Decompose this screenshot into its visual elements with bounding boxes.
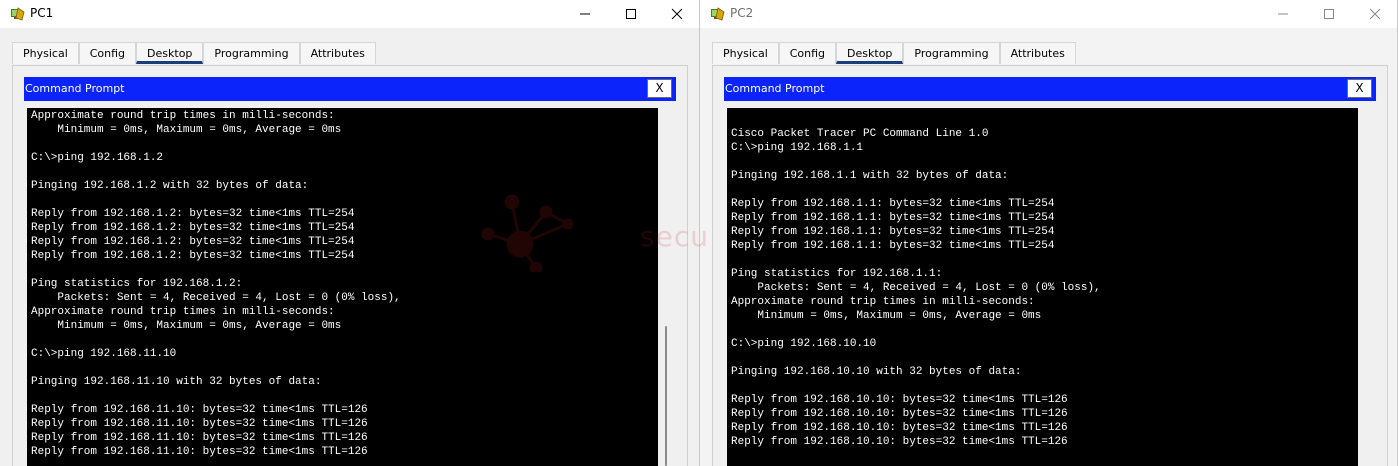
maximize-icon <box>1324 9 1334 19</box>
packet-tracer-pc-icon <box>711 7 725 21</box>
console[interactable]: Approximate round trip times in milli-se… <box>27 108 658 466</box>
tab-attributes[interactable]: Attributes <box>999 42 1076 64</box>
maximize-button[interactable] <box>1306 0 1352 28</box>
tab-desktop[interactable]: Desktop <box>136 42 204 64</box>
close-button[interactable] <box>654 0 699 28</box>
console-line: Reply from 192.168.10.10: bytes=32 time<… <box>731 408 1068 420</box>
console-line: Cisco Packet Tracer PC Command Line 1.0 <box>731 128 989 140</box>
desktop-panel: Command Prompt X Cisco Packet Tracer PC … <box>712 65 1388 466</box>
close-icon <box>671 8 683 20</box>
tab-desktop[interactable]: Desktop <box>836 42 904 64</box>
minimize-button[interactable] <box>562 0 608 28</box>
tab-programming[interactable]: Programming <box>903 42 1000 64</box>
tab-bar: Physical Config Desktop Programming Attr… <box>712 42 1076 64</box>
console-line: Reply from 192.168.1.2: bytes=32 time<1m… <box>31 222 355 234</box>
console-line: Approximate round trip times in milli-se… <box>31 306 335 318</box>
console-line: Reply from 192.168.10.10: bytes=32 time<… <box>731 394 1068 406</box>
minimize-button[interactable] <box>1260 0 1306 28</box>
packet-tracer-pc-icon <box>11 7 25 21</box>
close-button[interactable] <box>1352 0 1397 28</box>
console-line: Pinging 192.168.11.10 with 32 bytes of d… <box>31 376 322 388</box>
console-line: Reply from 192.168.1.1: bytes=32 time<1m… <box>731 240 1055 252</box>
console-line: Reply from 192.168.1.2: bytes=32 time<1m… <box>31 250 355 262</box>
pc2-window: PC2 Physical Config Desktop Programming … <box>700 0 1398 466</box>
console-scrollbar[interactable] <box>662 108 670 466</box>
window-title: PC2 <box>730 6 754 20</box>
tab-programming[interactable]: Programming <box>203 42 300 64</box>
console-line: Ping statistics for 192.168.1.1: <box>731 268 943 280</box>
minimize-icon <box>1278 13 1288 15</box>
console-line: Pinging 192.168.10.10 with 32 bytes of d… <box>731 366 1022 378</box>
console-line: Reply from 192.168.11.10: bytes=32 time<… <box>31 418 368 430</box>
minimize-icon <box>580 13 590 15</box>
scroll-thumb[interactable] <box>665 326 667 466</box>
command-prompt-title: Command Prompt <box>725 82 825 95</box>
console-line: Minimum = 0ms, Maximum = 0ms, Average = … <box>31 320 342 332</box>
console-output: Approximate round trip times in milli-se… <box>31 109 401 459</box>
desktop-panel: Command Prompt X Approximate round trip … <box>12 65 688 466</box>
close-icon <box>1369 8 1381 20</box>
console-line: Reply from 192.168.10.10: bytes=32 time<… <box>731 436 1068 448</box>
console-line: Reply from 192.168.10.10: bytes=32 time<… <box>731 422 1068 434</box>
tab-physical[interactable]: Physical <box>12 42 79 64</box>
console-line: C:\>ping 192.168.10.10 <box>731 338 877 350</box>
console-line: Packets: Sent = 4, Received = 4, Lost = … <box>31 292 401 304</box>
console-line: Pinging 192.168.1.2 with 32 bytes of dat… <box>31 180 309 192</box>
maximize-icon <box>626 9 636 19</box>
console-line: Approximate round trip times in milli-se… <box>31 110 335 122</box>
console-line: Reply from 192.168.1.1: bytes=32 time<1m… <box>731 226 1055 238</box>
tab-config[interactable]: Config <box>78 42 137 64</box>
tab-bar: Physical Config Desktop Programming Attr… <box>12 42 376 64</box>
command-prompt-titlebar: Command Prompt X <box>24 77 676 101</box>
console-line: Packets: Sent = 4, Received = 4, Lost = … <box>731 282 1101 294</box>
console-line: C:\>ping 192.168.11.10 <box>31 348 177 360</box>
tab-physical[interactable]: Physical <box>712 42 779 64</box>
window-title: PC1 <box>30 6 54 20</box>
console-line: Pinging 192.168.1.1 with 32 bytes of dat… <box>731 170 1009 182</box>
console-line: Reply from 192.168.1.2: bytes=32 time<1m… <box>31 236 355 248</box>
console-line: C:\>ping 192.168.1.1 <box>731 142 864 154</box>
pc1-window: PC1 Physical Config Desktop Programming … <box>0 0 700 466</box>
tab-attributes[interactable]: Attributes <box>299 42 376 64</box>
console-line: Reply from 192.168.1.1: bytes=32 time<1m… <box>731 198 1055 210</box>
console-output: Cisco Packet Tracer PC Command Line 1.0 … <box>731 113 1101 449</box>
title-bar[interactable]: PC1 <box>0 0 699 28</box>
console[interactable]: Cisco Packet Tracer PC Command Line 1.0 … <box>727 108 1358 466</box>
title-bar[interactable]: PC2 <box>700 0 1397 28</box>
tab-config[interactable]: Config <box>778 42 837 64</box>
console-line: Reply from 192.168.11.10: bytes=32 time<… <box>31 446 368 458</box>
command-prompt-close-button[interactable]: X <box>1347 79 1372 98</box>
console-line: Minimum = 0ms, Maximum = 0ms, Average = … <box>31 124 342 136</box>
command-prompt-close-button[interactable]: X <box>647 79 672 98</box>
console-line: Approximate round trip times in milli-se… <box>731 296 1035 308</box>
console-line: Reply from 192.168.11.10: bytes=32 time<… <box>31 404 368 416</box>
console-line: Reply from 192.168.1.1: bytes=32 time<1m… <box>731 212 1055 224</box>
console-line: Minimum = 0ms, Maximum = 0ms, Average = … <box>731 310 1042 322</box>
command-prompt-title: Command Prompt <box>25 82 125 95</box>
console-line: C:\>ping 192.168.1.2 <box>31 152 164 164</box>
console-line: Ping statistics for 192.168.1.2: <box>31 278 243 290</box>
maximize-button[interactable] <box>608 0 654 28</box>
command-prompt-titlebar: Command Prompt X <box>724 77 1376 101</box>
console-line: Reply from 192.168.1.2: bytes=32 time<1m… <box>31 208 355 220</box>
console-line: Reply from 192.168.11.10: bytes=32 time<… <box>31 432 368 444</box>
